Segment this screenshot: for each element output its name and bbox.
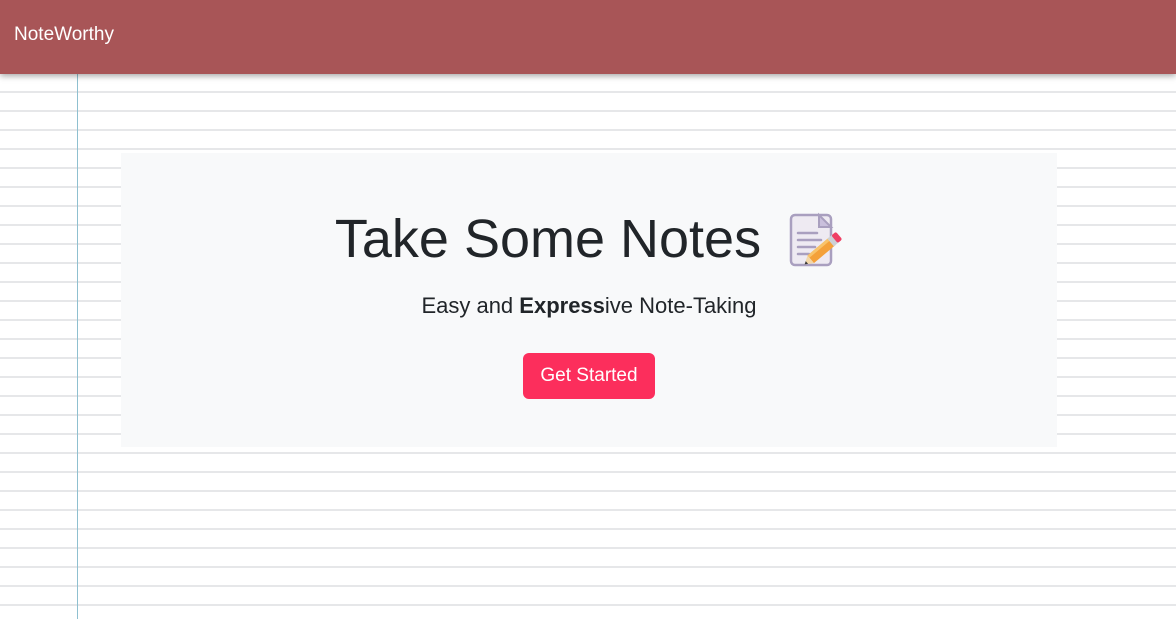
memo-icon [787, 211, 843, 271]
lead-bold: Express [519, 293, 605, 318]
paper-margin-line [77, 74, 78, 619]
hero-title-row: Take Some Notes [121, 203, 1057, 275]
lead-suffix: ive Note-Taking [604, 293, 757, 318]
hero-lead: Easy and Expressive Note-Taking [121, 293, 1057, 319]
hero-title: Take Some Notes [334, 209, 762, 269]
hero-jumbotron: Take Some Notes Easy and Expressive Note… [121, 153, 1057, 447]
navbar: NoteWorthy [0, 0, 1176, 74]
navbar-brand[interactable]: NoteWorthy [14, 24, 114, 46]
get-started-button[interactable]: Get Started [523, 353, 655, 399]
lead-prefix: Easy and [421, 293, 520, 318]
